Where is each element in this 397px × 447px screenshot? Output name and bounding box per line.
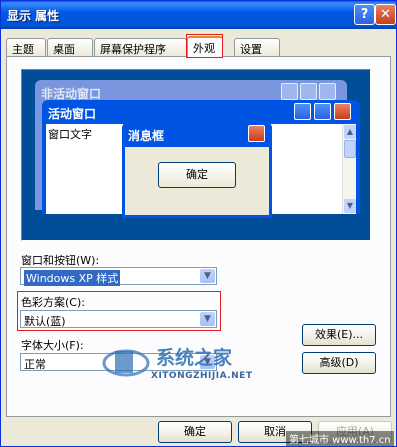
close-icon	[248, 125, 265, 142]
color-scheme-label: 色彩方案(C):	[21, 296, 85, 309]
appearance-preview: 非活动窗口 活动窗口 窗口文字 ▲ ▼ 消息框 确定	[21, 69, 371, 241]
windows-buttons-select[interactable]: Windows XP 样式 ▼	[20, 267, 217, 286]
help-button[interactable]: ?	[354, 4, 375, 25]
ok-button[interactable]: 确定	[158, 421, 232, 443]
message-box-body: 确定	[125, 147, 269, 215]
tab-desktop[interactable]: 桌面	[47, 38, 93, 56]
maximize-icon	[300, 83, 317, 100]
advanced-button[interactable]: 高级(D)	[302, 352, 376, 374]
message-ok-button: 确定	[158, 162, 236, 188]
close-icon	[334, 103, 351, 120]
logo-icon	[102, 349, 150, 377]
close-icon	[319, 83, 336, 100]
color-scheme-value: 默认(蓝)	[24, 315, 66, 328]
tab-themes[interactable]: 主题	[6, 38, 46, 56]
tab-settings[interactable]: 设置	[234, 38, 280, 56]
chevron-down-icon[interactable]: ▼	[200, 269, 215, 283]
tab-screensaver[interactable]: 屏幕保护程序	[94, 38, 187, 56]
watermark-site: 第七城市 www.th7.cn	[286, 431, 394, 446]
effects-button[interactable]: 效果(E)...	[302, 324, 376, 346]
minimize-icon	[294, 103, 311, 120]
window-title: 显示 属性	[7, 9, 60, 23]
watermark-domain: XITONGZHIJIA.NET	[151, 371, 253, 381]
windows-buttons-label: 窗口和按钮(W):	[21, 254, 100, 267]
tab-highlight-box	[186, 34, 223, 58]
maximize-icon	[314, 103, 331, 120]
watermark-logo: 系统之家 XITONGZHIJIA.NET	[96, 341, 266, 391]
font-size-value: 正常	[24, 358, 46, 371]
scroll-thumb	[344, 140, 356, 158]
windows-buttons-value: Windows XP 样式	[24, 270, 121, 286]
display-properties-window: 显示 属性 ? ✕ 主题 桌面 屏幕保护程序 外观 设置 非活动窗口 活动窗口 …	[0, 0, 397, 447]
scroll-up-icon: ▲	[344, 125, 356, 139]
color-scheme-select[interactable]: 默认(蓝) ▼	[20, 310, 217, 328]
preview-scrollbar: ▲ ▼	[342, 124, 356, 214]
scroll-down-icon: ▼	[344, 199, 356, 213]
message-box-title: 消息框	[128, 129, 165, 143]
watermark-brand: 系统之家	[156, 347, 233, 369]
font-size-label: 字体大小(F):	[21, 339, 84, 352]
minimize-icon	[281, 83, 298, 100]
chevron-down-icon[interactable]: ▼	[200, 312, 215, 326]
window-text-sample: 窗口文字	[48, 128, 92, 141]
active-window-title: 活动窗口	[48, 107, 97, 121]
title-bar[interactable]: 显示 属性 ? ✕	[1, 1, 396, 29]
message-box-preview: 消息框 确定	[122, 122, 272, 218]
close-button[interactable]: ✕	[375, 4, 396, 25]
